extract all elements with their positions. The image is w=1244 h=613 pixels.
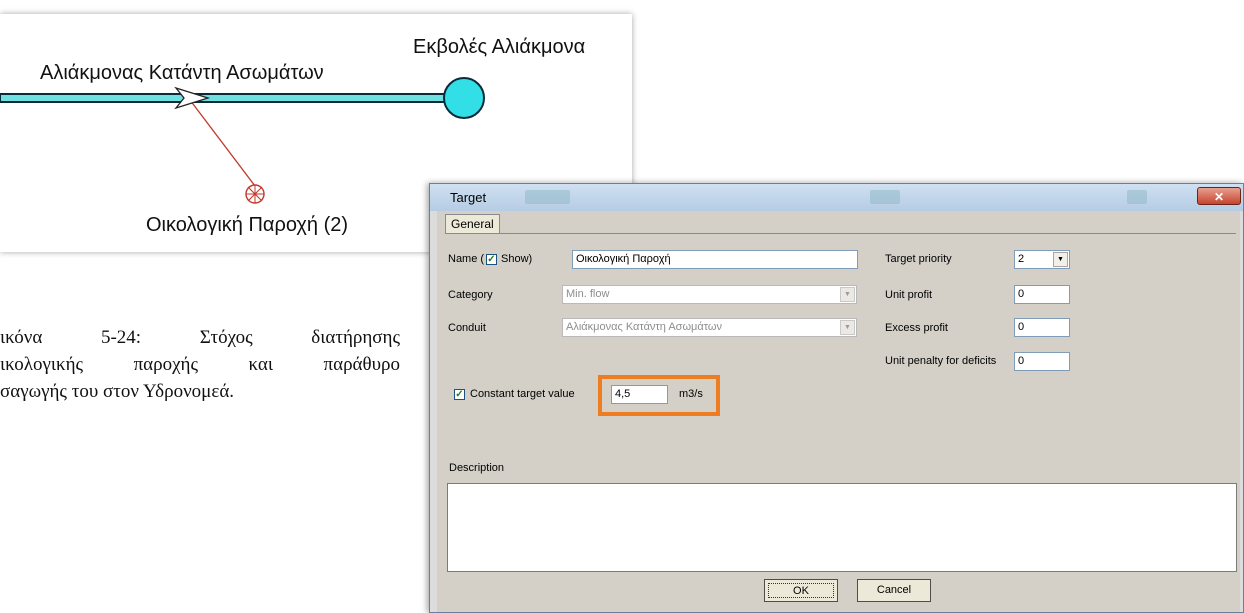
show-label: Show) [501,253,533,265]
unit-penalty-label: Unit penalty for deficits [885,355,997,367]
name-label: Name ( [448,253,485,265]
constant-target-checkbox[interactable]: ✓ [454,389,465,400]
unit-profit-label: Unit profit [885,289,933,301]
description-textarea[interactable] [447,483,1237,572]
general-tab-panel: Name ( ✓ Show) Οικολογική Παροχή Categor… [445,233,1237,594]
outlet-label: Εκβολές Αλιάκμονα [413,36,586,58]
figure-caption: ικόνα 5-24: Στόχος διατήρησης ικολογικής… [0,324,400,405]
constant-target-field[interactable]: 4,5 [611,385,668,404]
target-label: Οικολογική Παροχή (2) [146,214,349,236]
constant-target-unit: m3/s [679,388,703,400]
close-icon: ✕ [1213,190,1225,204]
outlet-node[interactable] [443,77,485,119]
close-button[interactable]: ✕ [1197,187,1241,205]
unit-profit-field[interactable]: 0 [1014,285,1070,304]
caption-line-1: ικόνα 5-24: Στόχος διατήρησης [0,327,400,348]
target-node-icon[interactable] [245,184,265,204]
chevron-down-icon: ▼ [840,287,855,302]
category-select[interactable]: Min. flow ▼ [562,285,857,304]
dialog-client-area: General Name ( ✓ Show) Οικολογική Παροχή… [437,211,1240,612]
conduit-select[interactable]: Αλιάκμονας Κατάντη Ασωμάτων ▼ [562,318,857,337]
chevron-down-icon: ▼ [840,320,855,335]
dialog-titlebar[interactable]: Target ✕ [430,184,1243,211]
cancel-button[interactable]: Cancel [857,579,931,602]
conduit-label: Conduit [448,322,486,334]
excess-profit-label: Excess profit [885,322,948,334]
chevron-down-icon: ▼ [1053,252,1068,267]
target-priority-select[interactable]: 2 ▼ [1014,250,1070,269]
excess-profit-field[interactable]: 0 [1014,318,1070,337]
river-label: Αλιάκμονας Κατάντη Ασωμάτων [40,62,324,84]
caption-line-2: ικολογικής παροχής και παράθυρο [0,354,400,375]
ok-button[interactable]: OK [764,579,838,602]
name-field[interactable]: Οικολογική Παροχή [572,250,858,269]
caption-line-3: σαγωγής του στον Υδρονομεά. [0,381,235,402]
dialog-title: Target [450,190,487,205]
tab-general[interactable]: General [445,214,500,234]
show-name-checkbox[interactable]: ✓ [486,254,497,265]
target-dialog: Target ✕ General Name ( ✓ Show) Οικολογι… [429,183,1244,613]
description-label: Description [449,462,505,474]
target-link-line[interactable] [189,99,256,187]
unit-penalty-field[interactable]: 0 [1014,352,1070,371]
conduit-line[interactable] [0,93,463,103]
category-label: Category [448,289,493,301]
constant-target-label: Constant target value [470,388,575,400]
target-priority-label: Target priority [885,253,952,265]
